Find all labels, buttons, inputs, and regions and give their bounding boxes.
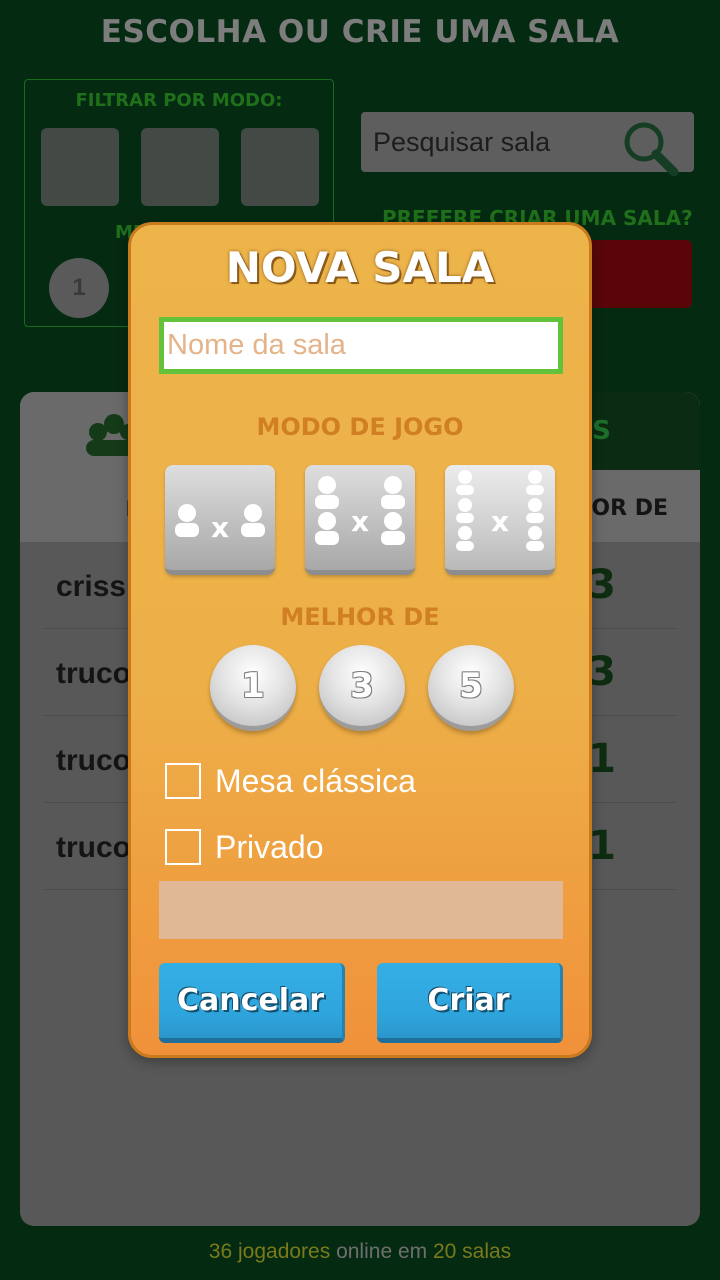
filter-best-of-1-button[interactable]: 1 bbox=[49, 258, 109, 318]
player-count: 36 jogadores bbox=[208, 1240, 331, 1263]
best-of-5-button[interactable]: 5 bbox=[428, 645, 514, 731]
game-mode-label: MODO DE JOGO bbox=[256, 413, 464, 441]
svg-text:x: x bbox=[211, 511, 229, 544]
room-best-of: 1 bbox=[588, 736, 616, 782]
room-best-of: 3 bbox=[588, 649, 616, 695]
new-room-dialog: NOVA SALA MODO DE JOGO x x bbox=[128, 222, 592, 1058]
mode-3x3-button[interactable]: x bbox=[445, 465, 555, 575]
room-name: truco bbox=[56, 744, 131, 777]
search-icon[interactable] bbox=[620, 118, 682, 185]
create-button[interactable]: Criar bbox=[377, 963, 563, 1043]
online-status-text: online em bbox=[330, 1240, 433, 1263]
best-of-3-button[interactable]: 3 bbox=[319, 645, 405, 731]
online-status: 36 jogadores online em 20 salas bbox=[0, 1240, 720, 1264]
search-input[interactable]: Pesquisar sala bbox=[373, 127, 550, 158]
filter-mode-3x3[interactable] bbox=[241, 128, 319, 206]
best-of-1-button[interactable]: 1 bbox=[210, 645, 296, 731]
filter-mode-1x1[interactable] bbox=[41, 128, 119, 206]
cancel-button[interactable]: Cancelar bbox=[159, 963, 345, 1043]
room-count: 20 salas bbox=[432, 1240, 512, 1263]
room-name: truco bbox=[56, 831, 131, 864]
room-name-input[interactable] bbox=[159, 317, 563, 374]
room-name: truco bbox=[56, 657, 131, 690]
mode-2x2-button[interactable]: x bbox=[305, 465, 415, 575]
password-field bbox=[159, 881, 563, 939]
mode-1x1-button[interactable]: x bbox=[165, 465, 275, 575]
private-label: Privado bbox=[215, 829, 324, 865]
three-vs-three-icon: x bbox=[456, 470, 544, 551]
private-checkbox[interactable] bbox=[165, 829, 201, 865]
page-title: ESCOLHA OU CRIE UMA SALA bbox=[100, 14, 620, 50]
filter-title: FILTRAR POR MODO: bbox=[75, 90, 283, 111]
svg-text:x: x bbox=[351, 505, 369, 538]
search-box[interactable]: Pesquisar sala bbox=[361, 112, 694, 177]
best-of-label: MELHOR DE bbox=[280, 603, 440, 631]
one-vs-one-icon: x bbox=[175, 504, 265, 544]
two-vs-two-icon: x bbox=[315, 476, 405, 545]
room-best-of: 3 bbox=[588, 562, 616, 608]
classic-table-checkbox[interactable] bbox=[165, 763, 201, 799]
filter-mode-2x2[interactable] bbox=[141, 128, 219, 206]
classic-table-label: Mesa clássica bbox=[215, 763, 416, 799]
room-name: criss bbox=[56, 570, 127, 603]
room-best-of: 1 bbox=[588, 823, 616, 869]
dialog-title: NOVA SALA bbox=[225, 243, 495, 292]
svg-text:x: x bbox=[491, 505, 509, 538]
